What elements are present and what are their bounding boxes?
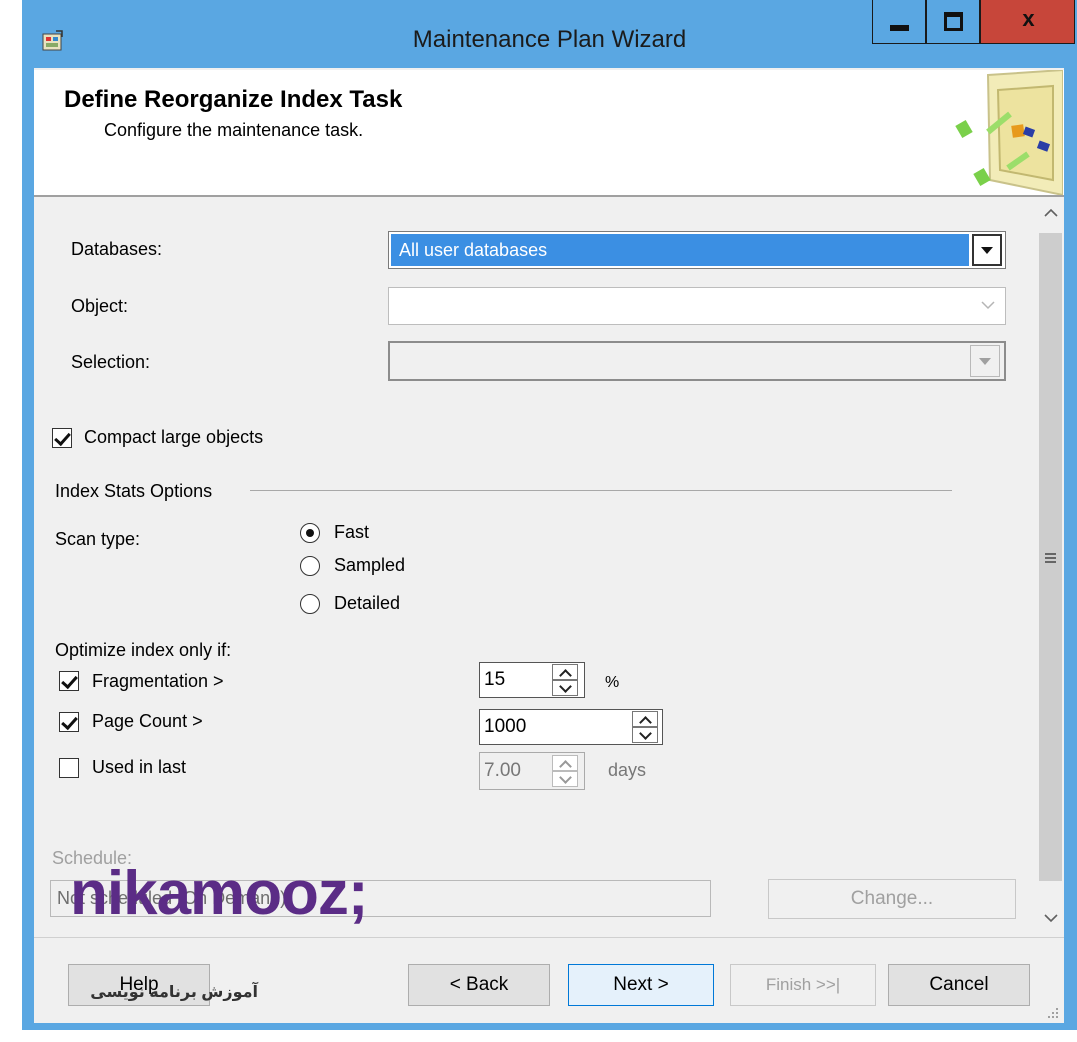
chevron-down-icon — [639, 727, 652, 740]
chevron-down-icon[interactable] — [1043, 912, 1059, 924]
fragmentation-unit: % — [605, 674, 620, 691]
page-count-spin-buttons[interactable] — [632, 711, 658, 743]
grip-icon — [1045, 553, 1056, 555]
databases-value: All user databases — [391, 234, 969, 266]
used-in-last-label: Used in last — [92, 757, 187, 777]
wizard-graphic-icon — [955, 70, 1063, 195]
compact-large-objects-checkbox[interactable] — [52, 428, 72, 448]
cancel-button[interactable]: Cancel — [888, 964, 1030, 1006]
page-title: Define Reorganize Index Task — [64, 86, 403, 113]
chevron-up-icon[interactable] — [1043, 207, 1059, 219]
index-stats-group-label: Index Stats Options — [55, 481, 213, 501]
chevron-down-icon — [559, 771, 572, 784]
chevron-down-icon — [981, 247, 993, 254]
databases-label: Databases: — [71, 239, 163, 259]
fragmentation-spin-buttons[interactable] — [552, 664, 578, 696]
scan-sampled-radio[interactable] — [300, 556, 320, 576]
footer-divider — [34, 937, 1064, 938]
brand-watermark: nikamooz; — [70, 859, 369, 928]
maximize-icon — [944, 12, 963, 31]
next-button[interactable]: Next > — [568, 964, 714, 1006]
databases-dropdown[interactable]: All user databases — [388, 231, 1006, 269]
page-subtitle: Configure the maintenance task. — [104, 120, 364, 140]
used-in-last-value: 7.00 — [484, 760, 521, 781]
spin-up-button[interactable] — [552, 664, 578, 682]
page-count-spinner[interactable]: 1000 — [479, 709, 663, 745]
maximize-button[interactable] — [926, 0, 980, 44]
resize-grip-icon[interactable] — [1046, 1006, 1060, 1020]
scrollbar-thumb[interactable] — [1039, 233, 1062, 881]
chevron-down-icon — [981, 301, 995, 310]
used-in-last-checkbox[interactable] — [59, 758, 79, 778]
minimize-icon — [890, 25, 909, 31]
compact-large-objects-label: Compact large objects — [84, 427, 264, 447]
scan-detailed-radio[interactable] — [300, 594, 320, 614]
object-dropdown[interactable] — [388, 287, 1006, 325]
scan-fast-label: Fast — [334, 522, 370, 542]
desktop-edge — [0, 0, 22, 1042]
fragmentation-label: Fragmentation > — [92, 671, 224, 691]
optimize-label: Optimize index only if: — [55, 640, 232, 660]
spin-up-button[interactable] — [552, 755, 578, 773]
minimize-button[interactable] — [872, 0, 926, 44]
group-divider — [250, 490, 952, 491]
databases-dropdown-button[interactable] — [972, 234, 1002, 266]
scan-fast-radio[interactable] — [300, 523, 320, 543]
used-spin-buttons[interactable] — [552, 755, 578, 787]
header-divider — [34, 195, 1064, 197]
desktop-bottom-edge — [0, 1030, 1077, 1042]
scan-sampled-label: Sampled — [334, 555, 406, 575]
chevron-down-icon — [979, 358, 991, 365]
used-in-last-spinner[interactable]: 7.00 — [479, 752, 585, 790]
fragmentation-value: 15 — [484, 669, 506, 690]
finish-button[interactable]: Finish >>| — [730, 964, 876, 1006]
fragmentation-checkbox[interactable] — [59, 671, 79, 691]
scan-detailed-label: Detailed — [334, 593, 401, 613]
used-in-last-unit: days — [608, 760, 647, 780]
chevron-down-icon — [559, 680, 572, 693]
selection-dropdown-button[interactable] — [970, 345, 1000, 377]
change-schedule-button[interactable]: Change... — [768, 879, 1016, 919]
spin-down-button[interactable] — [632, 727, 658, 743]
fragmentation-spinner[interactable]: 15 — [479, 662, 585, 698]
close-button[interactable]: x — [980, 0, 1075, 44]
page-count-value: 1000 — [484, 716, 527, 737]
watermark-tagline: آموزش برنامه نویسی — [90, 984, 258, 1001]
spin-down-button[interactable] — [552, 680, 578, 696]
selection-dropdown[interactable] — [388, 341, 1006, 381]
back-button[interactable]: < Back — [408, 964, 550, 1006]
page-count-checkbox[interactable] — [59, 712, 79, 732]
scan-type-label: Scan type: — [55, 529, 141, 549]
close-icon: x — [1022, 6, 1035, 31]
page-count-label: Page Count > — [92, 711, 203, 731]
spin-up-button[interactable] — [632, 711, 658, 729]
spin-down-button[interactable] — [552, 771, 578, 787]
object-label: Object: — [71, 296, 129, 316]
selection-label: Selection: — [71, 352, 151, 372]
